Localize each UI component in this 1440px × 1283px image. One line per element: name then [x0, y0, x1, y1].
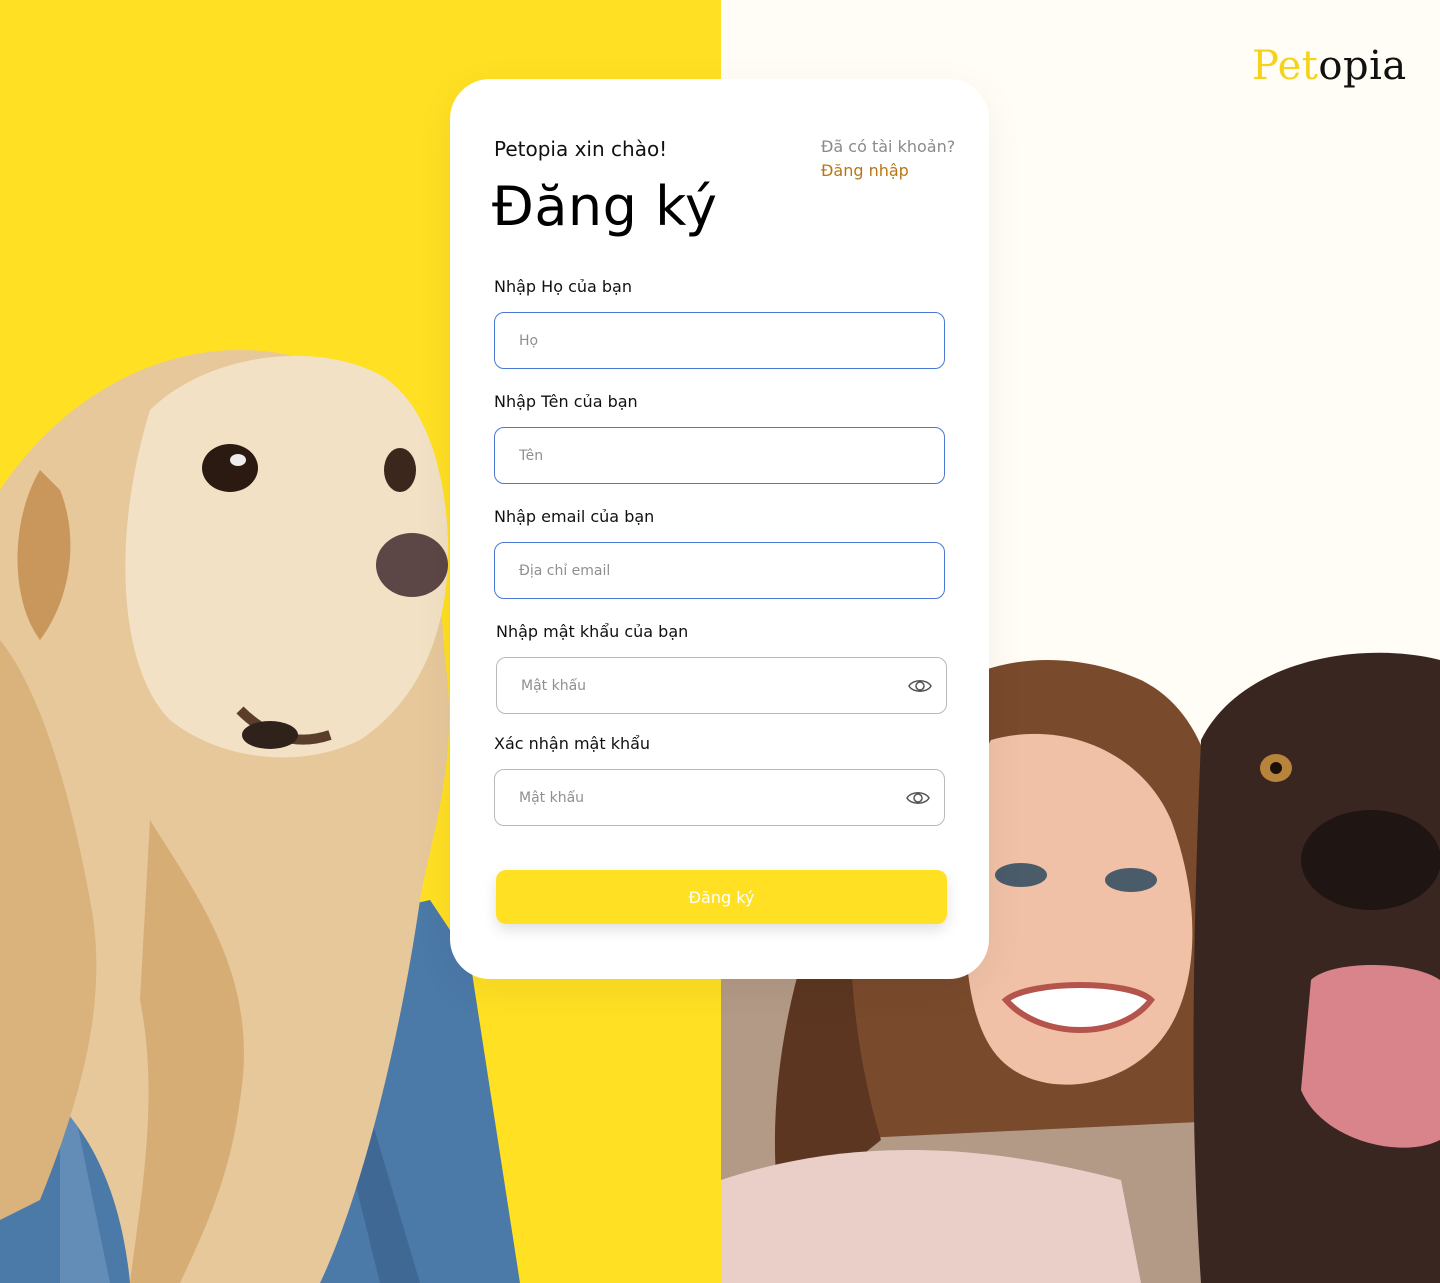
- eye-icon[interactable]: [906, 787, 930, 809]
- password-input[interactable]: [521, 658, 891, 713]
- girl-eye-right: [1105, 868, 1157, 892]
- petopia-logo[interactable]: Petopia: [1252, 40, 1407, 92]
- password-field-wrap: [496, 657, 947, 714]
- confirm-password-input[interactable]: [519, 770, 889, 825]
- signup-page: Petopia Petopia xin chào! Đăng ký Đã có …: [0, 0, 1440, 1283]
- last-name-input[interactable]: [519, 313, 889, 368]
- greeting-text: Petopia xin chào!: [494, 137, 668, 161]
- first-name-label: Nhập Tên của bạn: [494, 392, 638, 411]
- girl-eye-left: [995, 863, 1047, 887]
- confirm-password-label: Xác nhận mật khẩu: [494, 734, 651, 753]
- last-name-field-wrap: [494, 312, 945, 369]
- logo-part-opia: opia: [1318, 43, 1407, 89]
- signup-submit-button[interactable]: Đăng ký: [496, 870, 947, 924]
- signup-card: Petopia xin chào! Đăng ký Đã có tài khoả…: [450, 79, 989, 979]
- eye-icon[interactable]: [908, 675, 932, 697]
- email-input[interactable]: [519, 543, 889, 598]
- confirm-password-field-wrap: [494, 769, 945, 826]
- password-label: Nhập mật khẩu của bạn: [496, 622, 689, 641]
- page-title: Đăng ký: [492, 175, 718, 238]
- dog-eye-right: [384, 448, 416, 492]
- first-name-field-wrap: [494, 427, 945, 484]
- login-link[interactable]: Đăng nhập: [821, 161, 909, 180]
- dog-nose: [376, 533, 448, 597]
- email-field-wrap: [494, 542, 945, 599]
- first-name-input[interactable]: [519, 428, 889, 483]
- have-account-text: Đã có tài khoản?: [821, 137, 956, 156]
- lab-nose: [1301, 810, 1440, 910]
- logo-part-pet: Pet: [1252, 43, 1319, 89]
- last-name-label: Nhập Họ của bạn: [494, 277, 632, 296]
- dog-eye-left: [202, 444, 258, 492]
- email-label: Nhập email của bạn: [494, 507, 655, 526]
